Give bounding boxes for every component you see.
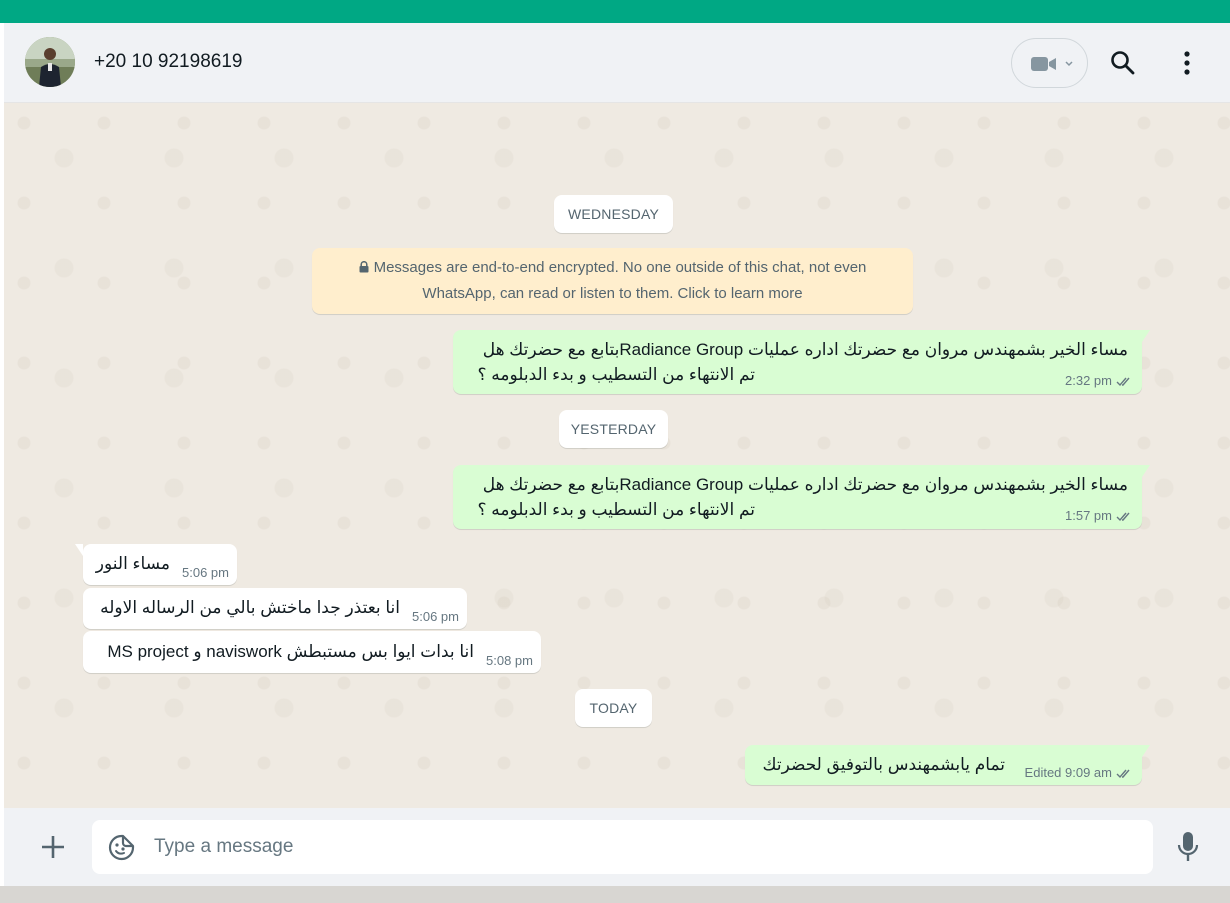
message-input[interactable] (154, 820, 1134, 874)
outgoing-message[interactable]: مساء الخير بشمهندس مروان مع حضرتك اداره … (453, 330, 1150, 394)
message-meta: 2:32 pm (1065, 373, 1134, 390)
menu-button[interactable] (1174, 50, 1200, 76)
video-call-icon (1031, 56, 1057, 77)
encryption-text-line2: WhatsApp, can read or listen to them. Cl… (422, 285, 803, 302)
message-time: 5:08 pm (486, 653, 533, 668)
composer-bar (4, 808, 1230, 886)
lock-icon (359, 256, 369, 273)
double-check-icon (1116, 510, 1134, 525)
message-text: تم الانتهاء من التسطيب و بدء الدبلومه ؟ (477, 500, 755, 519)
bubble-tail (1142, 465, 1150, 477)
date-separator: WEDNESDAY (554, 195, 673, 233)
voice-message-button[interactable] (1176, 830, 1200, 864)
message-text: انا بعتذر جدا ماختش بالي من الرساله الاو… (100, 598, 400, 617)
outgoing-message[interactable]: مساء الخير بشمهندس مروان مع حضرتك اداره … (453, 465, 1150, 529)
message-meta: Edited 9:09 am (1025, 765, 1134, 782)
message-text: تمام يابشمهندس بالتوفيق لحضرتك (762, 755, 1005, 774)
search-icon (1111, 51, 1135, 75)
mic-icon (1177, 832, 1199, 861)
message-list[interactable]: WEDNESDAY Messages are end-to-end encryp… (4, 103, 1230, 808)
message-time: 1:57 pm (1065, 508, 1112, 523)
double-check-icon (1116, 375, 1134, 390)
bubble-tail (75, 544, 83, 556)
message-time: 5:06 pm (182, 565, 229, 580)
menu-icon (1184, 51, 1190, 75)
video-call-button[interactable] (1011, 38, 1088, 88)
chevron-down-icon (1064, 54, 1074, 75)
outgoing-message[interactable]: تمام يابشمهندس بالتوفيق لحضرتك Edited 9:… (745, 745, 1150, 785)
contact-name[interactable]: +20 10 92198619 (94, 51, 242, 73)
window-bottom-edge (0, 886, 1230, 903)
message-time: 5:06 pm (412, 609, 459, 624)
avatar[interactable] (25, 37, 75, 87)
bubble-tail (1142, 330, 1150, 342)
message-input-box[interactable] (92, 820, 1153, 874)
plus-icon (42, 836, 64, 858)
message-text: انا بدات ايوا بس مستبطش naviswork و MS p… (107, 642, 474, 661)
message-meta: 1:57 pm (1065, 508, 1134, 525)
encryption-notice[interactable]: Messages are end-to-end encrypted. No on… (312, 248, 913, 314)
message-text: مساء الخير بشمهندس مروان مع حضرتك اداره … (482, 475, 1128, 494)
message-text: مساء النور (95, 554, 170, 573)
bubble-tail (1142, 745, 1150, 757)
message-time: 2:32 pm (1065, 373, 1112, 388)
top-accent-bar (0, 0, 1230, 23)
search-button[interactable] (1110, 50, 1136, 76)
incoming-message[interactable]: انا بدات ايوا بس مستبطش naviswork و MS p… (83, 631, 541, 673)
date-separator: TODAY (575, 689, 652, 727)
chat-header[interactable]: +20 10 92198619 (4, 23, 1230, 103)
emoji-button[interactable] (108, 834, 135, 861)
incoming-message[interactable]: مساء النور 5:06 pm (75, 544, 237, 585)
double-check-icon (1116, 767, 1134, 782)
encryption-text-line1: Messages are end-to-end encrypted. No on… (373, 259, 867, 276)
date-separator: YESTERDAY (559, 410, 668, 448)
incoming-message[interactable]: انا بعتذر جدا ماختش بالي من الرساله الاو… (83, 588, 467, 629)
message-time: Edited 9:09 am (1024, 765, 1112, 780)
chat-window: +20 10 92198619 WEDNESDAY Messages are e… (4, 23, 1230, 886)
message-text: مساء الخير بشمهندس مروان مع حضرتك اداره … (482, 340, 1128, 359)
message-text: تم الانتهاء من التسطيب و بدء الدبلومه ؟ (477, 365, 755, 384)
attach-button[interactable] (40, 834, 66, 860)
emoji-icon (108, 834, 135, 861)
